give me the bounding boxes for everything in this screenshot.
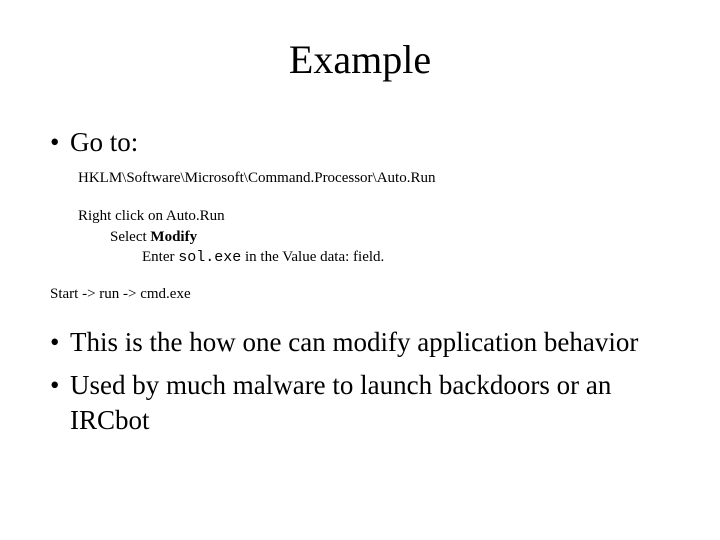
step-enter-code: sol.exe: [178, 249, 241, 266]
bullet-modify-text: This is the how one can modify applicati…: [70, 327, 638, 357]
slide: Example Go to: HKLM\Software\Microsoft\C…: [0, 0, 720, 540]
step-enter-value: Enter sol.exe in the Value data: field.: [142, 247, 670, 268]
step-enter-suffix: in the Value data: field.: [241, 249, 384, 265]
slide-title: Example: [50, 36, 670, 83]
step-enter-prefix: Enter: [142, 249, 178, 265]
step-select-bold: Modify: [150, 229, 197, 245]
bullet-list: Go to: HKLM\Software\Microsoft\Command.P…: [50, 125, 670, 438]
bullet-malware: Used by much malware to launch backdoors…: [50, 368, 670, 438]
step-right-click: Right click on Auto.Run: [78, 206, 670, 226]
bullet-goto-text: Go to:: [70, 127, 138, 157]
registry-path: HKLM\Software\Microsoft\Command.Processo…: [78, 168, 670, 188]
bullet-modify-behavior: This is the how one can modify applicati…: [50, 325, 670, 360]
step-select-prefix: Select: [110, 229, 150, 245]
step-select-modify: Select Modify: [110, 227, 670, 247]
bullet-goto: Go to:: [50, 125, 670, 160]
bullet-malware-text: Used by much malware to launch backdoors…: [70, 370, 611, 435]
start-run-line: Start -> run -> cmd.exe: [50, 286, 670, 303]
